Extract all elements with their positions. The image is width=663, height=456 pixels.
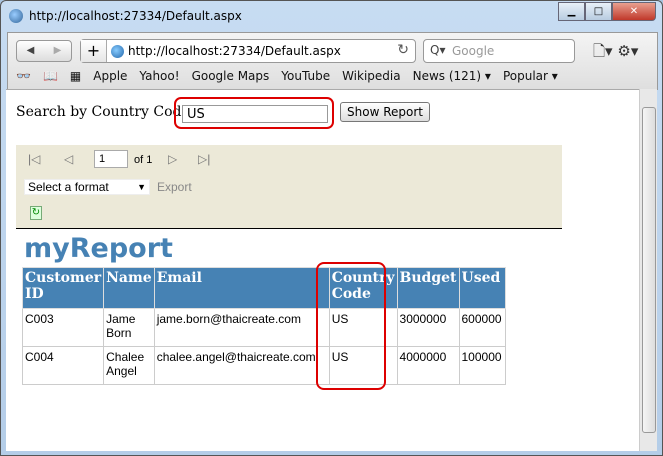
export-link[interactable]: Export bbox=[157, 180, 192, 194]
globe-icon bbox=[111, 45, 124, 58]
format-select[interactable]: Select a format ▼ bbox=[24, 179, 150, 195]
bookmark-wikipedia[interactable]: Wikipedia bbox=[342, 69, 401, 83]
report-table: Customer ID Name Email Country Code Budget Us… bbox=[21, 267, 506, 385]
safari-icon bbox=[9, 9, 23, 23]
last-page-icon[interactable]: ▷| bbox=[198, 152, 210, 166]
search-placeholder: Google bbox=[452, 44, 495, 58]
table-cell: jame.born@thaicreate.com bbox=[153, 308, 330, 347]
page-count: of 1 bbox=[134, 154, 153, 166]
bookmark-yahoo[interactable]: Yahoo! bbox=[139, 69, 179, 83]
bookmark-news[interactable]: News (121) ▾ bbox=[413, 69, 491, 83]
column-header: Customer ID bbox=[21, 267, 105, 309]
prev-page-icon[interactable]: ◁ bbox=[64, 152, 73, 166]
url-text[interactable]: http://localhost:27334/Default.aspx bbox=[128, 44, 341, 58]
reload-icon[interactable]: ↻ bbox=[397, 42, 409, 58]
bookmark-google-maps[interactable]: Google Maps bbox=[192, 69, 270, 83]
browser-toolbar: ◀ ▶ + http://localhost:27334/Default.aspx… bbox=[7, 32, 658, 90]
search-label: Search by Country Code bbox=[16, 104, 190, 120]
back-button[interactable]: ◀ bbox=[17, 41, 44, 61]
gear-icon[interactable]: ⚙▾ bbox=[617, 42, 638, 60]
bookmarks-bar: 👓 📖 ▦ Apple Yahoo! Google Maps YouTube W… bbox=[16, 69, 558, 83]
table-cell: 600000 bbox=[458, 308, 506, 347]
table-cell: 100000 bbox=[458, 346, 506, 385]
window-title: http://localhost:27334/Default.aspx bbox=[29, 9, 242, 23]
first-page-icon[interactable]: |◁ bbox=[28, 152, 40, 166]
minimize-button[interactable]: ▁ bbox=[558, 2, 585, 21]
table-cell: Jame Born bbox=[103, 308, 155, 347]
table-cell: chalee.angel@thaicreate.com bbox=[153, 346, 330, 385]
table-row: C003 Jame Born jame.born@thaicreate.com US 3… bbox=[21, 308, 506, 347]
bookmark-apple[interactable]: Apple bbox=[93, 69, 127, 83]
country-code-input[interactable] bbox=[182, 105, 328, 123]
vertical-scrollbar[interactable] bbox=[639, 89, 657, 451]
table-row: C004 Chalee Angel chalee.angel@thaicreate.… bbox=[21, 346, 506, 385]
country-code-highlight bbox=[316, 262, 386, 390]
bookmarks-icon[interactable]: 📖 bbox=[43, 69, 58, 83]
report-title: myReport bbox=[24, 233, 173, 264]
table-cell: 4000000 bbox=[396, 346, 460, 385]
table-cell: Chalee Angel bbox=[103, 346, 155, 385]
show-report-button[interactable]: Show Report bbox=[340, 102, 430, 122]
add-bookmark-button[interactable]: + bbox=[81, 40, 107, 62]
address-bar[interactable]: + http://localhost:27334/Default.aspx ↻ bbox=[80, 39, 416, 63]
forward-button[interactable]: ▶ bbox=[44, 41, 71, 61]
report-viewer-toolbar: |◁ ◁ 1 of 1 ▷ ▷| Select a format ▼ Export… bbox=[16, 145, 562, 229]
top-sites-icon[interactable]: ▦ bbox=[70, 69, 81, 83]
column-header: Used bbox=[458, 267, 506, 309]
next-page-icon[interactable]: ▷ bbox=[168, 152, 177, 166]
maximize-button[interactable]: □ bbox=[585, 2, 612, 21]
refresh-icon[interactable]: ↻ bbox=[30, 206, 42, 220]
scrollbar-thumb[interactable] bbox=[642, 107, 656, 433]
column-header: Name bbox=[103, 267, 155, 309]
search-field[interactable]: Q▾ Google bbox=[423, 39, 575, 63]
page-menu-icon[interactable]: 🗋▾ bbox=[593, 42, 613, 60]
page-number-input[interactable]: 1 bbox=[94, 150, 128, 168]
table-cell: 3000000 bbox=[396, 308, 460, 347]
bookmark-youtube[interactable]: YouTube bbox=[281, 69, 330, 83]
page-content: Search by Country Code Show Report |◁ ◁ … bbox=[6, 89, 639, 451]
column-header: Budget bbox=[396, 267, 460, 309]
bookmark-popular[interactable]: Popular ▾ bbox=[503, 69, 558, 83]
close-button[interactable]: ✕ bbox=[612, 2, 656, 21]
table-cell: C004 bbox=[21, 346, 105, 385]
table-cell: C003 bbox=[21, 308, 105, 347]
column-header: Email bbox=[153, 267, 330, 309]
search-icon: Q▾ bbox=[430, 43, 446, 57]
reading-list-icon[interactable]: 👓 bbox=[16, 69, 31, 83]
format-value: Select a format bbox=[28, 180, 109, 194]
